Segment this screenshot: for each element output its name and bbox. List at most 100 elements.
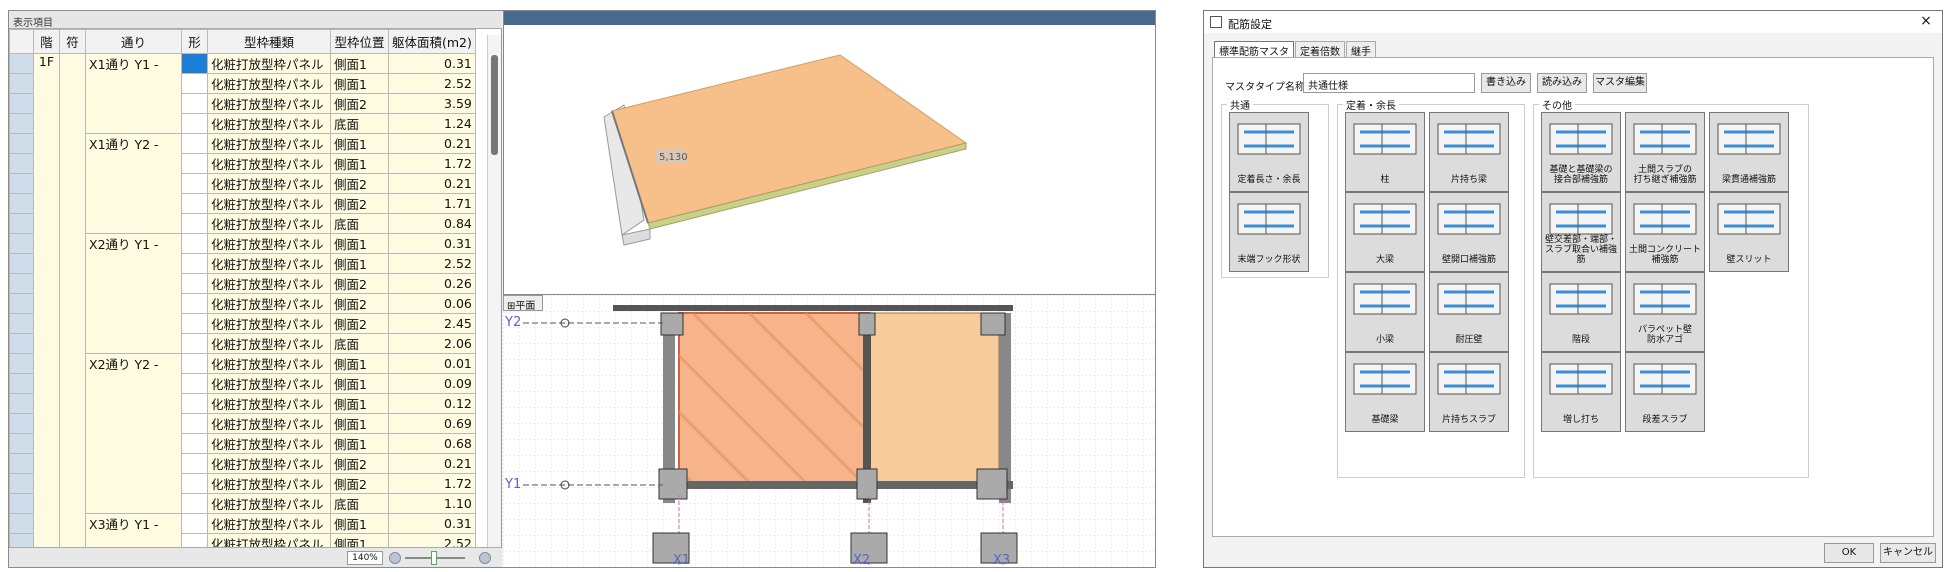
- cell-formwork-position[interactable]: 側面2: [330, 473, 389, 494]
- cell-shape[interactable]: [181, 373, 208, 394]
- cell-formwork-type[interactable]: 化粧打放型枠パネル: [207, 273, 331, 294]
- cell-formwork-type[interactable]: 化粧打放型枠パネル: [207, 113, 331, 134]
- rebar-tile-other-0[interactable]: 基礎と基礎梁の 接合部補強筋: [1541, 112, 1621, 192]
- cell-area[interactable]: 0.69: [388, 413, 476, 434]
- cell-formwork-position[interactable]: 底面: [330, 333, 389, 354]
- cell-area[interactable]: 0.84: [388, 213, 476, 234]
- row-header[interactable]: [9, 273, 34, 294]
- col-header-formwork-position[interactable]: 型枠位置: [330, 29, 389, 54]
- row-header[interactable]: [9, 513, 34, 534]
- tab-splice[interactable]: 継手: [1346, 41, 1376, 58]
- zoom-level[interactable]: 140%: [347, 551, 383, 565]
- row-header[interactable]: [9, 373, 34, 394]
- rebar-tile-anchor-4[interactable]: 小梁: [1345, 272, 1425, 352]
- cell-shape[interactable]: [181, 113, 208, 134]
- scrollbar-thumb[interactable]: [491, 55, 498, 155]
- row-header[interactable]: [9, 333, 34, 354]
- cell-shape[interactable]: [181, 53, 208, 74]
- row-header[interactable]: [9, 433, 34, 454]
- rebar-tile-anchor-2[interactable]: 大梁: [1345, 192, 1425, 272]
- cell-shape[interactable]: [181, 493, 208, 514]
- row-header[interactable]: [9, 213, 34, 234]
- cell-shape[interactable]: [181, 293, 208, 314]
- cell-formwork-position[interactable]: 側面1: [330, 153, 389, 174]
- cell-shape[interactable]: [181, 333, 208, 354]
- col-header-floor[interactable]: 階: [33, 29, 60, 54]
- table-row[interactable]: 1F X1通り Y1 - 化粧打放型枠パネル 側面1 0.31: [9, 53, 476, 567]
- cell-area[interactable]: 1.71: [388, 193, 476, 214]
- cell-area[interactable]: 0.31: [388, 513, 476, 534]
- rebar-tile-anchor-5[interactable]: 耐圧壁: [1429, 272, 1509, 352]
- row-header[interactable]: [9, 113, 34, 134]
- master-edit-button[interactable]: マスタ編集: [1593, 73, 1647, 93]
- write-button[interactable]: 書き込み: [1481, 73, 1531, 93]
- rebar-tile-anchor-3[interactable]: 壁開口補強筋: [1429, 192, 1509, 272]
- cell-shape[interactable]: [181, 273, 208, 294]
- cell-formwork-position[interactable]: 側面1: [330, 53, 389, 74]
- row-header[interactable]: [9, 353, 34, 374]
- col-header-formwork-type[interactable]: 型枠種類: [207, 29, 331, 54]
- cell-area[interactable]: 0.12: [388, 393, 476, 414]
- cell-shape[interactable]: [181, 73, 208, 94]
- cell-shape[interactable]: [181, 213, 208, 234]
- cell-formwork-position[interactable]: 側面1: [330, 393, 389, 414]
- ok-button[interactable]: OK: [1824, 543, 1874, 563]
- cell-area[interactable]: 1.10: [388, 493, 476, 514]
- cell-shape[interactable]: [181, 433, 208, 454]
- cell-formwork-type[interactable]: 化粧打放型枠パネル: [207, 493, 331, 514]
- cell-area[interactable]: 0.31: [388, 53, 476, 74]
- row-header[interactable]: [9, 133, 34, 154]
- cell-mark[interactable]: [59, 53, 86, 567]
- col-header-shape[interactable]: 形: [181, 29, 208, 54]
- row-header[interactable]: [9, 313, 34, 334]
- cell-formwork-position[interactable]: 底面: [330, 113, 389, 134]
- rebar-tile-other-7[interactable]: パラペット壁 防水アゴ: [1625, 272, 1705, 352]
- rebar-tile-other-3[interactable]: 壁交差部・端部・ スラブ取合い補強筋: [1541, 192, 1621, 272]
- cell-formwork-type[interactable]: 化粧打放型枠パネル: [207, 193, 331, 214]
- 3d-view-pane[interactable]: 5,130: [503, 11, 1155, 294]
- cell-area[interactable]: 0.26: [388, 273, 476, 294]
- cell-shape[interactable]: [181, 413, 208, 434]
- master-type-input[interactable]: 共通仕様: [1303, 73, 1475, 93]
- cell-formwork-position[interactable]: 側面2: [330, 193, 389, 214]
- rebar-tile-other-4[interactable]: 土間コンクリート 補強筋: [1625, 192, 1705, 272]
- cell-formwork-position[interactable]: 側面1: [330, 513, 389, 534]
- cell-formwork-type[interactable]: 化粧打放型枠パネル: [207, 133, 331, 154]
- cell-area[interactable]: 0.31: [388, 233, 476, 254]
- cell-floor[interactable]: 1F: [33, 53, 60, 567]
- cell-formwork-position[interactable]: 側面2: [330, 293, 389, 314]
- cell-area[interactable]: 2.06: [388, 333, 476, 354]
- cell-shape[interactable]: [181, 173, 208, 194]
- row-header[interactable]: [9, 233, 34, 254]
- cell-area[interactable]: 0.68: [388, 433, 476, 454]
- row-header[interactable]: [9, 253, 34, 274]
- cell-formwork-type[interactable]: 化粧打放型枠パネル: [207, 73, 331, 94]
- cell-area[interactable]: 0.21: [388, 453, 476, 474]
- cell-formwork-type[interactable]: 化粧打放型枠パネル: [207, 413, 331, 434]
- cell-line[interactable]: X2通り Y2 -: [85, 353, 182, 514]
- rebar-tile-common-1[interactable]: 末端フック形状: [1229, 192, 1309, 272]
- cell-shape[interactable]: [181, 93, 208, 114]
- cell-formwork-position[interactable]: 底面: [330, 213, 389, 234]
- cell-formwork-position[interactable]: 側面2: [330, 93, 389, 114]
- row-header[interactable]: [9, 493, 34, 514]
- rebar-tile-anchor-1[interactable]: 片持ち梁: [1429, 112, 1509, 192]
- rebar-tile-other-5[interactable]: 壁スリット: [1709, 192, 1789, 272]
- cell-area[interactable]: 3.59: [388, 93, 476, 114]
- row-header[interactable]: [9, 473, 34, 494]
- tab-standard-rebar-master[interactable]: 標準配筋マスタ: [1214, 41, 1294, 58]
- cell-area[interactable]: 1.24: [388, 113, 476, 134]
- cell-shape[interactable]: [181, 473, 208, 494]
- cell-formwork-type[interactable]: 化粧打放型枠パネル: [207, 433, 331, 454]
- cell-formwork-position[interactable]: 側面1: [330, 433, 389, 454]
- tab-anchorage-multiplier[interactable]: 定着倍数: [1295, 41, 1345, 58]
- cell-formwork-position[interactable]: 側面1: [330, 253, 389, 274]
- cell-formwork-position[interactable]: 側面2: [330, 313, 389, 334]
- plan-view-pane[interactable]: ⊞平面 Y2 Y1 X1 X2 X3: [503, 294, 1155, 567]
- cell-formwork-type[interactable]: 化粧打放型枠パネル: [207, 453, 331, 474]
- cell-area[interactable]: 0.21: [388, 133, 476, 154]
- row-header[interactable]: [9, 153, 34, 174]
- cell-formwork-position[interactable]: 側面2: [330, 453, 389, 474]
- cell-shape[interactable]: [181, 133, 208, 154]
- cell-shape[interactable]: [181, 153, 208, 174]
